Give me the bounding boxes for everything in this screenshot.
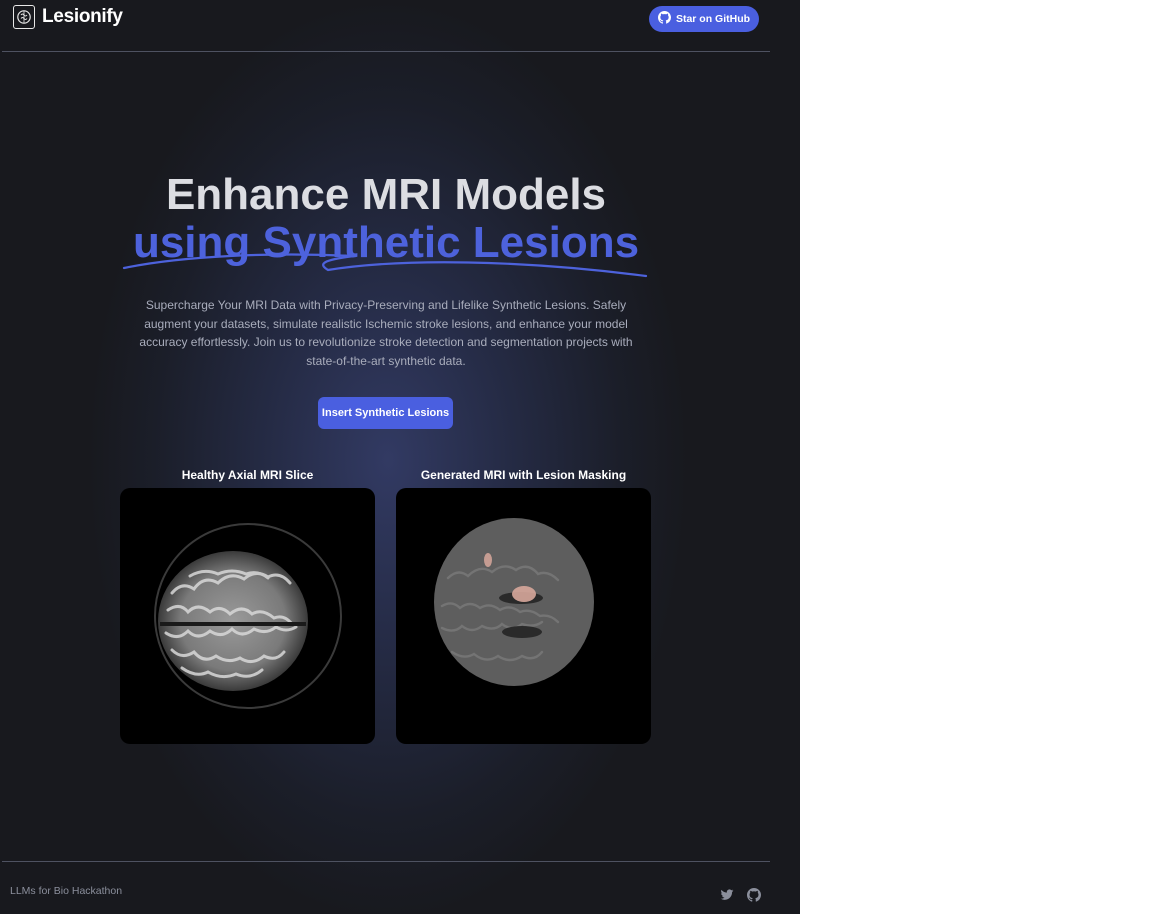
- hero-description: Supercharge Your MRI Data with Privacy-P…: [139, 298, 633, 368]
- healthy-mri-image: [120, 488, 375, 744]
- hero-title: Enhance MRI Models: [165, 170, 607, 219]
- github-icon: [657, 11, 671, 27]
- footer-text: LLMs for Bio Hackathon: [10, 885, 123, 897]
- app-root: Lesionify Star on GitHub Enhance MRI Mod…: [0, 0, 800, 914]
- footer-divider: [2, 861, 770, 862]
- github-button-label: Star on GitHub: [675, 13, 751, 25]
- header: Lesionify Star on GitHub: [0, 0, 800, 52]
- github-icon[interactable]: [747, 888, 761, 902]
- healthy-mri-label: Healthy Axial MRI Slice: [181, 468, 314, 482]
- generated-mri-image: [396, 488, 651, 744]
- brain-icon: [13, 5, 35, 29]
- header-divider: [2, 51, 770, 52]
- twitter-icon[interactable]: [720, 888, 734, 902]
- star-on-github-button[interactable]: Star on GitHub: [649, 6, 759, 32]
- underline-squiggle: [122, 253, 648, 278]
- generated-mri-label: Generated MRI with Lesion Masking: [420, 468, 627, 482]
- brand-name: Lesionify: [42, 6, 123, 27]
- brand-logo[interactable]: Lesionify: [13, 5, 123, 29]
- insert-synthetic-lesions-button[interactable]: Insert Synthetic Lesions: [318, 397, 453, 429]
